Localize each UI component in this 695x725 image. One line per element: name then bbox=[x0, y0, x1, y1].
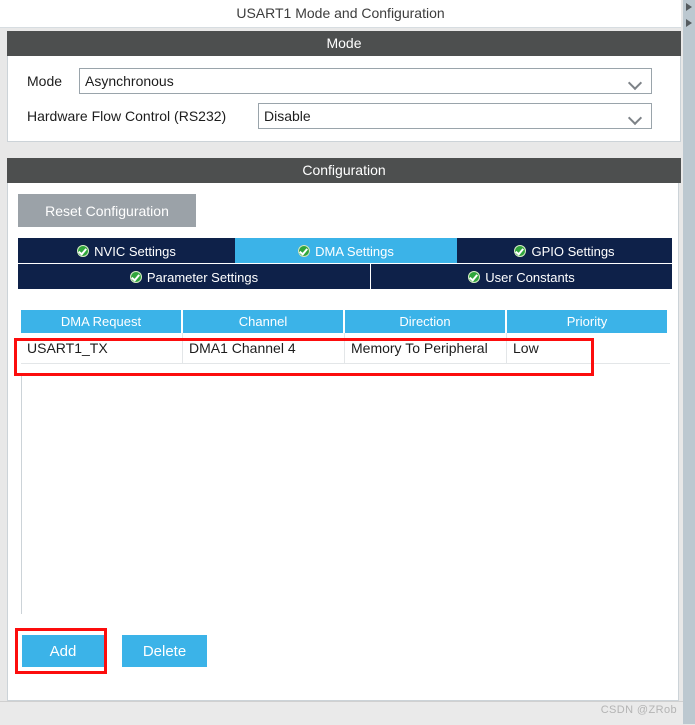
usart1-config-window: USART1 Mode and Configuration Mode Mode … bbox=[0, 0, 695, 725]
mode-field-label: Mode bbox=[27, 73, 63, 89]
dma-request-table: DMA Request Channel Direction Priority U… bbox=[18, 296, 672, 616]
hardware-flow-control-value: Disable bbox=[264, 108, 311, 124]
watermark-text: CSDN @ZRob bbox=[600, 704, 677, 716]
green-check-icon bbox=[514, 245, 527, 257]
column-header-channel[interactable]: Channel bbox=[183, 310, 343, 333]
cell-priority: Low bbox=[513, 340, 539, 356]
column-header-dma-request[interactable]: DMA Request bbox=[21, 310, 181, 333]
tab-parameter-settings-label: Parameter Settings bbox=[146, 270, 259, 286]
green-check-icon bbox=[77, 245, 90, 257]
hardware-flow-control-label: Hardware Flow Control (RS232) bbox=[27, 108, 227, 124]
page-title: USART1 Mode and Configuration bbox=[236, 5, 445, 21]
tab-parameter-settings[interactable]: Parameter Settings bbox=[18, 264, 370, 289]
tab-row-primary: NVIC Settings DMA Settings GPIO Settings bbox=[18, 238, 672, 263]
cell-direction: Memory To Peripheral bbox=[345, 333, 507, 363]
add-button[interactable]: Add bbox=[22, 635, 104, 667]
tab-nvic-settings-label: NVIC Settings bbox=[94, 244, 176, 260]
window-title-bar: USART1 Mode and Configuration bbox=[0, 0, 681, 28]
tab-row-secondary: Parameter Settings User Constants bbox=[18, 264, 672, 289]
tab-dma-settings-label: DMA Settings bbox=[315, 244, 394, 260]
table-header-row: DMA Request Channel Direction Priority bbox=[18, 310, 672, 333]
chevron-down-icon bbox=[630, 78, 643, 86]
green-check-icon bbox=[298, 245, 311, 257]
delete-button[interactable]: Delete bbox=[122, 635, 207, 667]
hardware-flow-control-select[interactable]: Disable bbox=[258, 103, 652, 129]
tab-user-constants-label: User Constants bbox=[485, 270, 575, 286]
mode-select[interactable]: Asynchronous bbox=[79, 68, 652, 94]
status-bar bbox=[0, 701, 683, 725]
vertical-scrollbar[interactable] bbox=[683, 0, 695, 724]
cell-dma-request: USART1_TX bbox=[21, 333, 183, 363]
column-header-priority[interactable]: Priority bbox=[507, 310, 667, 333]
tab-gpio-settings[interactable]: GPIO Settings bbox=[457, 238, 672, 263]
green-check-icon bbox=[468, 271, 481, 283]
scroll-arrow-up-icon[interactable] bbox=[684, 2, 694, 12]
green-check-icon bbox=[129, 271, 142, 283]
scroll-arrow-down-icon[interactable] bbox=[684, 18, 694, 28]
tab-gpio-settings-label: GPIO Settings bbox=[531, 244, 615, 260]
tab-nvic-settings[interactable]: NVIC Settings bbox=[18, 238, 235, 263]
table-row[interactable]: USART1_TX DMA1 Channel 4 Memory To Perip… bbox=[21, 333, 670, 364]
chevron-down-icon bbox=[630, 113, 643, 121]
table-empty-area bbox=[21, 364, 670, 374]
reset-configuration-button[interactable]: Reset Configuration bbox=[18, 194, 196, 227]
tab-user-constants[interactable]: User Constants bbox=[371, 264, 672, 289]
mode-section-header: Mode bbox=[7, 31, 681, 56]
cell-channel: DMA1 Channel 4 bbox=[183, 333, 345, 363]
configuration-section-header: Configuration bbox=[7, 158, 681, 183]
hardware-flow-control-field-row: Hardware Flow Control (RS232) Disable bbox=[27, 103, 657, 129]
column-header-direction[interactable]: Direction bbox=[345, 310, 505, 333]
tab-dma-settings[interactable]: DMA Settings bbox=[235, 238, 457, 263]
mode-select-value: Asynchronous bbox=[85, 73, 174, 89]
mode-field-row: Mode Asynchronous bbox=[27, 68, 657, 94]
